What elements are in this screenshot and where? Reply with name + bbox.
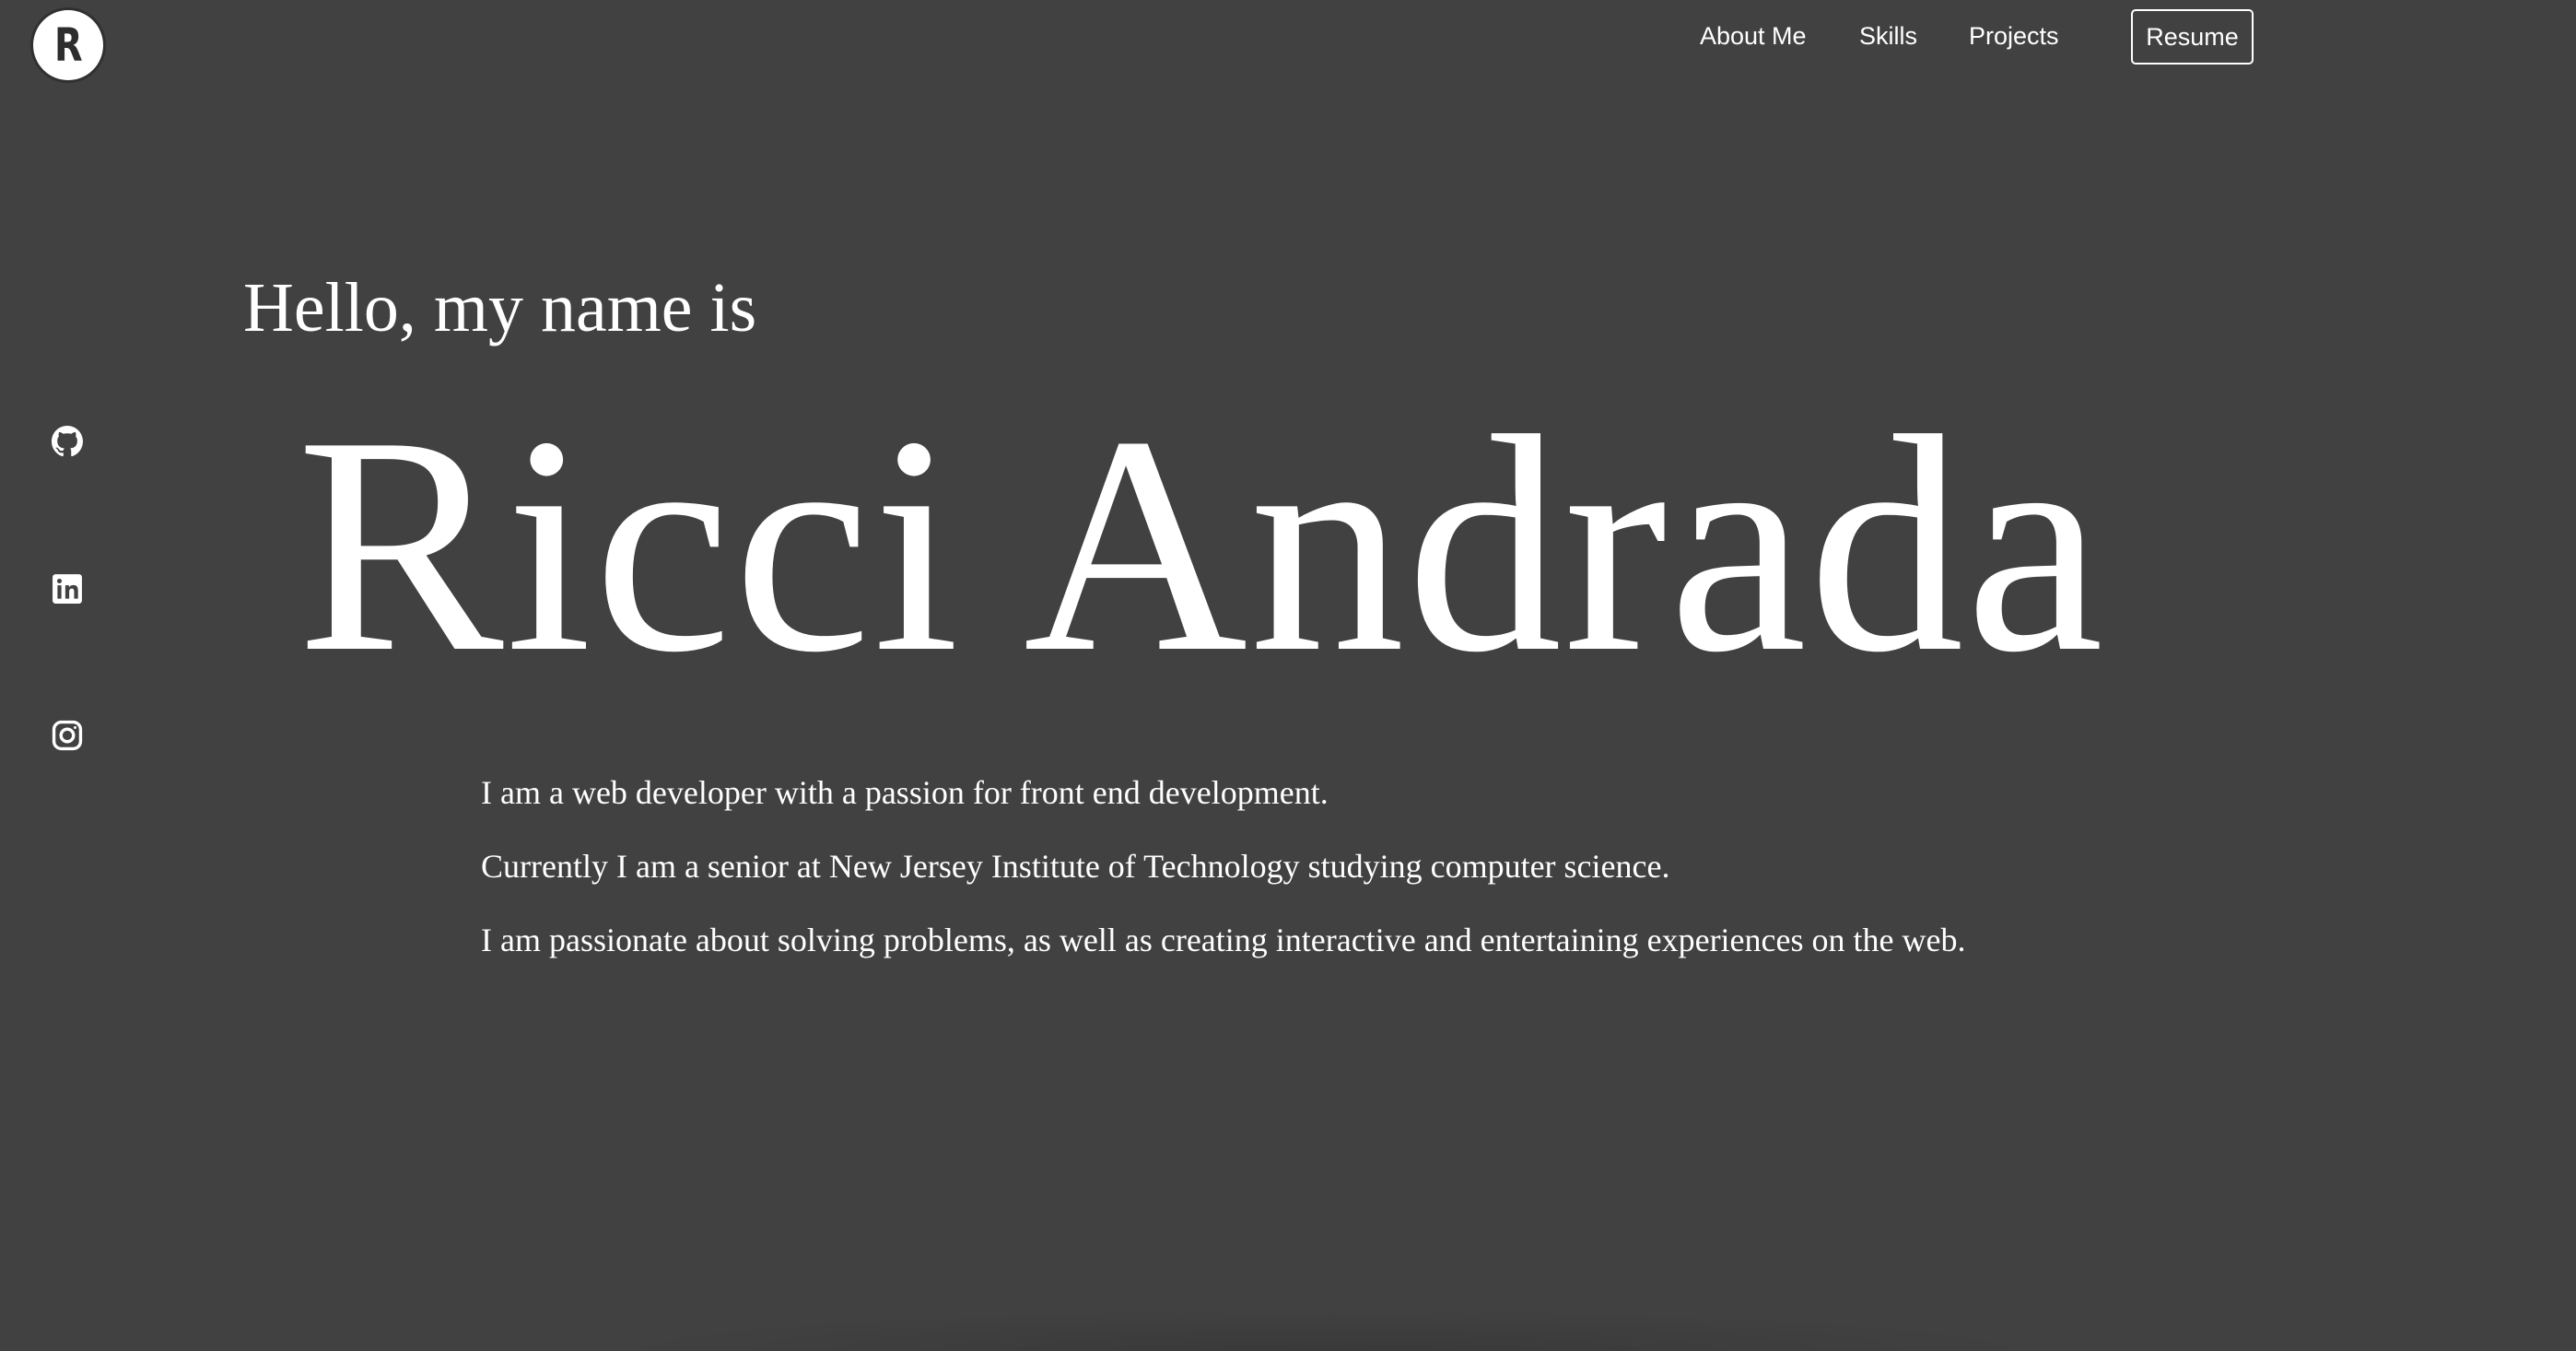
nav-projects-link[interactable]: Projects: [1969, 22, 2059, 51]
instagram-icon: [52, 720, 83, 751]
github-icon: [52, 426, 83, 457]
hero-name-heading: Ricci Andrada: [297, 372, 2106, 716]
nav-about-me-link[interactable]: About Me: [1700, 22, 1807, 51]
bio-line: I am a web developer with a passion for …: [481, 774, 1329, 811]
instagram-link[interactable]: [51, 719, 84, 752]
top-nav: About Me Skills Projects Resume: [0, 9, 2576, 68]
bottom-shadow: [590, 1309, 2064, 1351]
greeting-text: Hello, my name is: [243, 269, 757, 347]
page: R About Me Skills Projects Resume Hello,…: [0, 0, 2576, 1351]
nav-skills-link[interactable]: Skills: [1859, 22, 1917, 51]
resume-button[interactable]: Resume: [2131, 9, 2254, 65]
github-link[interactable]: [51, 425, 84, 458]
linkedin-icon: [53, 574, 82, 604]
bio-line: I am passionate about solving problems, …: [481, 922, 1966, 958]
linkedin-link[interactable]: [51, 572, 84, 605]
bio-line: Currently I am a senior at New Jersey In…: [481, 848, 1670, 885]
